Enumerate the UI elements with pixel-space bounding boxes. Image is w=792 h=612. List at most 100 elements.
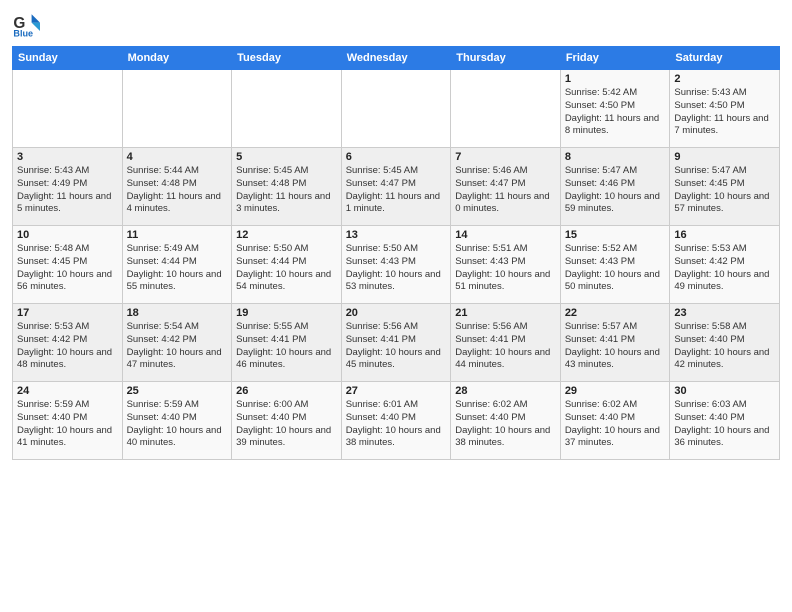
calendar-cell: 7Sunrise: 5:46 AM Sunset: 4:47 PM Daylig… [451,148,561,226]
calendar-cell: 11 Sunrise: 5:49 AM Sunset: 4:44 PM Dayli… [122,226,232,304]
day-number: 12 [236,229,337,241]
day-number: 26 [236,385,337,397]
calendar-cell: 30Sunrise: 6:03 AM Sunset: 4:40 PM Dayli… [670,382,780,460]
calendar-cell [341,70,451,148]
day-info: Sunrise: 6:02 AM Sunset: 4:40 PM Dayligh… [455,399,556,450]
day-number: 5 [236,151,337,163]
weekday-header: Sunday [13,47,123,70]
day-info: Sunrise: 5:49 AM Sunset: 4:44 PM Dayligh… [127,243,228,294]
calendar-cell: 23 Sunrise: 5:58 AM Sunset: 4:40 PM Dayli… [670,304,780,382]
weekday-header: Wednesday [341,47,451,70]
header: G Blue [12,10,780,38]
calendar-week-row: 3 Sunrise: 5:43 AM Sunset: 4:49 PM Daylig… [13,148,780,226]
day-number: 23 [674,307,775,319]
day-number: 1 [565,73,666,85]
weekday-header: Thursday [451,47,561,70]
calendar-week-row: 17Sunrise: 5:53 AM Sunset: 4:42 PM Dayli… [13,304,780,382]
day-info: Sunrise: 5:57 AM Sunset: 4:41 PM Dayligh… [565,321,666,372]
calendar-cell: 8 Sunrise: 5:47 AM Sunset: 4:46 PM Daylig… [560,148,670,226]
day-number: 10 [17,229,118,241]
calendar-cell: 29Sunrise: 6:02 AM Sunset: 4:40 PM Dayli… [560,382,670,460]
weekday-header: Friday [560,47,670,70]
day-number: 16 [674,229,775,241]
day-number: 29 [565,385,666,397]
day-info: Sunrise: 5:56 AM Sunset: 4:41 PM Dayligh… [346,321,447,372]
day-info: Sunrise: 5:45 AM Sunset: 4:47 PM Dayligh… [346,165,447,216]
calendar-cell [122,70,232,148]
day-info: Sunrise: 5:43 AM Sunset: 4:50 PM Dayligh… [674,87,775,138]
day-info: Sunrise: 5:44 AM Sunset: 4:48 PM Dayligh… [127,165,228,216]
day-info: Sunrise: 5:50 AM Sunset: 4:44 PM Dayligh… [236,243,337,294]
calendar-cell: 2 Sunrise: 5:43 AM Sunset: 4:50 PM Daylig… [670,70,780,148]
day-number: 22 [565,307,666,319]
header-row: SundayMondayTuesdayWednesdayThursdayFrid… [13,47,780,70]
calendar-week-row: 24 Sunrise: 5:59 AM Sunset: 4:40 PM Dayli… [13,382,780,460]
calendar-cell: 17Sunrise: 5:53 AM Sunset: 4:42 PM Dayli… [13,304,123,382]
logo-icon: G Blue [12,10,40,38]
calendar-cell: 24 Sunrise: 5:59 AM Sunset: 4:40 PM Dayli… [13,382,123,460]
svg-text:Blue: Blue [13,29,33,38]
calendar-cell [13,70,123,148]
day-info: Sunrise: 5:47 AM Sunset: 4:46 PM Dayligh… [565,165,666,216]
calendar-cell: 21 Sunrise: 5:56 AM Sunset: 4:41 PM Dayli… [451,304,561,382]
calendar-cell: 16 Sunrise: 5:53 AM Sunset: 4:42 PM Dayli… [670,226,780,304]
calendar-cell [232,70,342,148]
calendar-cell: 1Sunrise: 5:42 AM Sunset: 4:50 PM Daylig… [560,70,670,148]
calendar-cell [451,70,561,148]
calendar-header: SundayMondayTuesdayWednesdayThursdayFrid… [13,47,780,70]
logo: G Blue [12,10,42,38]
calendar-cell: 26 Sunrise: 6:00 AM Sunset: 4:40 PM Dayli… [232,382,342,460]
calendar-cell: 5 Sunrise: 5:45 AM Sunset: 4:48 PM Daylig… [232,148,342,226]
day-info: Sunrise: 6:01 AM Sunset: 4:40 PM Dayligh… [346,399,447,450]
day-info: Sunrise: 5:47 AM Sunset: 4:45 PM Dayligh… [674,165,775,216]
day-info: Sunrise: 6:00 AM Sunset: 4:40 PM Dayligh… [236,399,337,450]
calendar-cell: 13Sunrise: 5:50 AM Sunset: 4:43 PM Dayli… [341,226,451,304]
day-info: Sunrise: 5:43 AM Sunset: 4:49 PM Dayligh… [17,165,118,216]
day-number: 27 [346,385,447,397]
calendar-body: 1Sunrise: 5:42 AM Sunset: 4:50 PM Daylig… [13,70,780,460]
calendar-cell: 4 Sunrise: 5:44 AM Sunset: 4:48 PM Daylig… [122,148,232,226]
calendar-cell: 28Sunrise: 6:02 AM Sunset: 4:40 PM Dayli… [451,382,561,460]
calendar-cell: 20 Sunrise: 5:56 AM Sunset: 4:41 PM Dayli… [341,304,451,382]
calendar-cell: 3 Sunrise: 5:43 AM Sunset: 4:49 PM Daylig… [13,148,123,226]
day-number: 25 [127,385,228,397]
day-number: 13 [346,229,447,241]
day-info: Sunrise: 5:45 AM Sunset: 4:48 PM Dayligh… [236,165,337,216]
calendar-cell: 10 Sunrise: 5:48 AM Sunset: 4:45 PM Dayli… [13,226,123,304]
weekday-header: Tuesday [232,47,342,70]
calendar-cell: 19Sunrise: 5:55 AM Sunset: 4:41 PM Dayli… [232,304,342,382]
weekday-header: Saturday [670,47,780,70]
day-number: 2 [674,73,775,85]
calendar-cell: 12 Sunrise: 5:50 AM Sunset: 4:44 PM Dayli… [232,226,342,304]
calendar-cell: 6 Sunrise: 5:45 AM Sunset: 4:47 PM Daylig… [341,148,451,226]
day-info: Sunrise: 5:59 AM Sunset: 4:40 PM Dayligh… [17,399,118,450]
day-number: 11 [127,229,228,241]
day-number: 3 [17,151,118,163]
calendar-cell: 9 Sunrise: 5:47 AM Sunset: 4:45 PM Daylig… [670,148,780,226]
day-number: 20 [346,307,447,319]
day-info: Sunrise: 5:56 AM Sunset: 4:41 PM Dayligh… [455,321,556,372]
day-info: Sunrise: 5:58 AM Sunset: 4:40 PM Dayligh… [674,321,775,372]
day-number: 6 [346,151,447,163]
day-number: 30 [674,385,775,397]
day-number: 4 [127,151,228,163]
day-number: 24 [17,385,118,397]
calendar-week-row: 1Sunrise: 5:42 AM Sunset: 4:50 PM Daylig… [13,70,780,148]
day-info: Sunrise: 5:53 AM Sunset: 4:42 PM Dayligh… [17,321,118,372]
calendar-week-row: 10 Sunrise: 5:48 AM Sunset: 4:45 PM Dayli… [13,226,780,304]
calendar-cell: 27 Sunrise: 6:01 AM Sunset: 4:40 PM Dayli… [341,382,451,460]
calendar-cell: 14Sunrise: 5:51 AM Sunset: 4:43 PM Dayli… [451,226,561,304]
day-info: Sunrise: 5:53 AM Sunset: 4:42 PM Dayligh… [674,243,775,294]
day-info: Sunrise: 5:48 AM Sunset: 4:45 PM Dayligh… [17,243,118,294]
day-info: Sunrise: 5:59 AM Sunset: 4:40 PM Dayligh… [127,399,228,450]
day-number: 21 [455,307,556,319]
day-info: Sunrise: 5:55 AM Sunset: 4:41 PM Dayligh… [236,321,337,372]
calendar-cell: 22 Sunrise: 5:57 AM Sunset: 4:41 PM Dayli… [560,304,670,382]
day-number: 18 [127,307,228,319]
day-number: 9 [674,151,775,163]
day-info: Sunrise: 5:46 AM Sunset: 4:47 PM Dayligh… [455,165,556,216]
day-info: Sunrise: 5:54 AM Sunset: 4:42 PM Dayligh… [127,321,228,372]
day-info: Sunrise: 5:52 AM Sunset: 4:43 PM Dayligh… [565,243,666,294]
day-number: 8 [565,151,666,163]
page: G Blue SundayMondayTuesdayWednesdayThurs… [0,0,792,612]
